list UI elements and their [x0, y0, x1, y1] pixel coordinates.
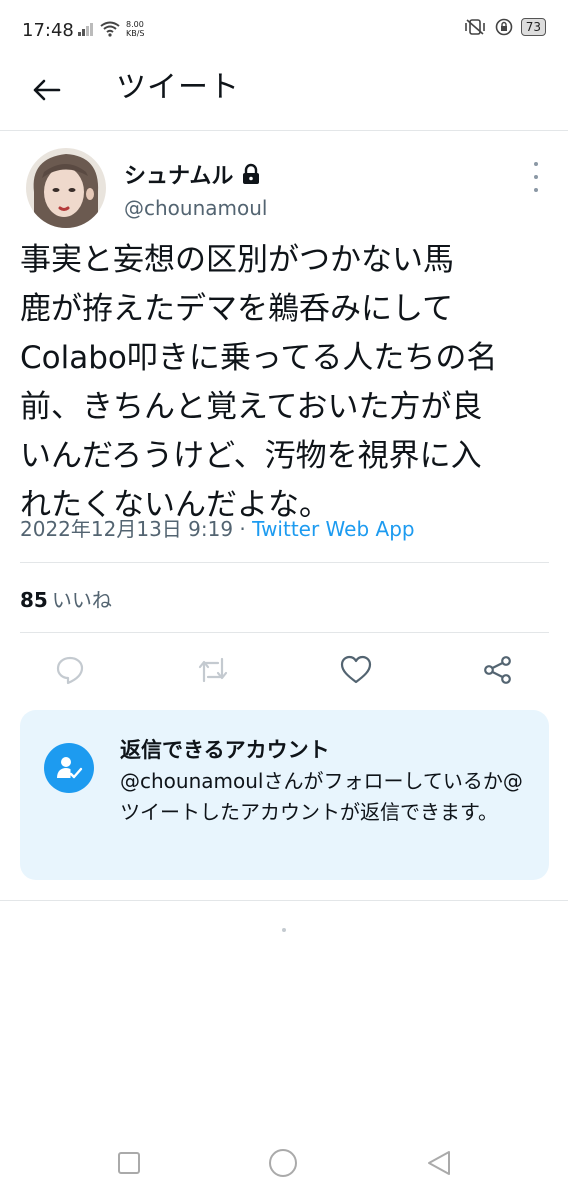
like-icon	[340, 655, 372, 684]
share-button[interactable]	[480, 652, 516, 688]
more-icon[interactable]	[526, 162, 546, 192]
nav-back-button[interactable]	[422, 1146, 456, 1180]
divider	[0, 900, 568, 901]
retweet-button[interactable]	[195, 652, 231, 688]
page-title: ツイート	[116, 70, 240, 105]
vibrate-icon	[464, 19, 485, 35]
status-bar: 17:48 8.00 KB/S 73	[0, 0, 568, 58]
reply-notice-description: @chounamoulさんがフォローしているか@ツイートしたアカウントが返信でき…	[120, 769, 523, 824]
avatar-image	[26, 148, 106, 228]
back-button[interactable]	[26, 70, 66, 110]
tweet-source[interactable]: Twitter Web App	[252, 517, 414, 541]
network-speed: 8.00 KB/S	[126, 20, 145, 38]
likes-label: いいね	[51, 588, 112, 612]
nav-home-icon	[269, 1149, 297, 1177]
system-nav-bar	[0, 1130, 568, 1200]
status-left-icons: 8.00 KB/S	[78, 20, 145, 38]
status-right-icons: 73	[463, 18, 546, 36]
meta-separator: ·	[233, 517, 253, 541]
tweet-meta: 2022年12月13日 9:19 · Twitter Web App	[20, 513, 415, 542]
back-arrow-icon	[33, 79, 61, 101]
nav-home-button[interactable]	[266, 1146, 300, 1180]
author-name: シュナムル	[124, 164, 234, 189]
tweet-text: 事実と妄想の区別がつかない馬 鹿が拵えたデマを鵜呑みにして Colabo叩きに乗…	[20, 242, 498, 523]
divider	[20, 562, 549, 563]
wifi-icon	[100, 21, 120, 37]
rotation-lock-icon	[495, 18, 513, 36]
lock-icon	[243, 163, 260, 184]
nav-back-icon	[428, 1151, 450, 1175]
nav-recent-button[interactable]	[112, 1146, 146, 1180]
likes-count: 85	[20, 588, 48, 612]
battery-indicator: 73	[520, 18, 546, 36]
tweet-date[interactable]: 2022年12月13日 9:19	[20, 517, 233, 541]
signal-icon	[78, 23, 93, 36]
loading-dot	[282, 928, 286, 932]
avatar[interactable]	[26, 148, 106, 228]
reply-restriction-notice: 返信できるアカウント @chounamoulさんがフォローしているか@ツイートし…	[20, 710, 549, 880]
author-name-row[interactable]: シュナムル	[124, 158, 261, 190]
network-speed-value: 8.00	[126, 20, 144, 29]
status-time: 17:48	[22, 20, 74, 41]
divider	[20, 632, 549, 633]
likes-row[interactable]: 85 いいね	[20, 584, 112, 613]
reply-icon	[56, 656, 84, 685]
retweet-icon	[198, 657, 228, 683]
reply-button[interactable]	[52, 652, 88, 688]
reply-notice-title: 返信できるアカウント	[120, 738, 330, 762]
author-handle[interactable]: @chounamoul	[124, 196, 267, 220]
person-check-icon	[44, 743, 94, 793]
nav-recent-icon	[118, 1152, 140, 1174]
network-speed-unit: KB/S	[126, 29, 145, 38]
top-app-bar: ツイート	[0, 58, 568, 131]
like-button[interactable]	[338, 652, 374, 688]
share-icon	[484, 656, 511, 684]
